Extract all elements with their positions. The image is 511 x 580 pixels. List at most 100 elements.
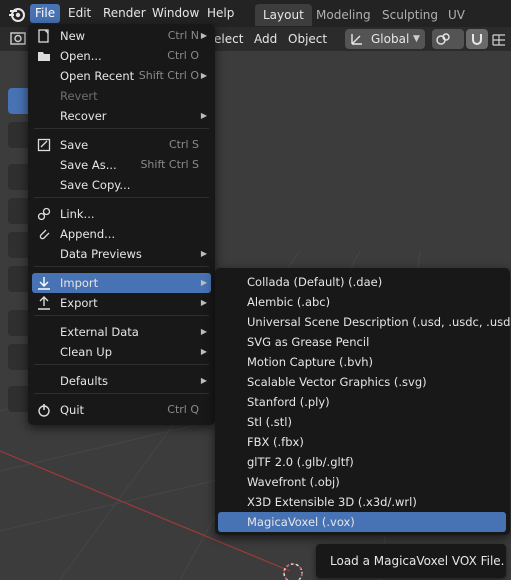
file-menu-item-clean-up[interactable]: Clean Up ▶ xyxy=(32,342,211,362)
menu-item-label: Export xyxy=(60,296,98,310)
menu-add[interactable]: Add xyxy=(254,31,277,47)
magnet-icon xyxy=(472,34,482,45)
menu-separator xyxy=(34,393,209,394)
menu-separator xyxy=(34,197,209,198)
file-menu-item-defaults[interactable]: Defaults ▶ xyxy=(32,371,211,391)
import-item-svg-as-grease-pencil[interactable]: SVG as Grease Pencil xyxy=(218,332,506,352)
import-item-gltf-2-0-glb-gltf[interactable]: glTF 2.0 (.glb/.gltf) xyxy=(218,452,506,472)
menu-item-label: Clean Up xyxy=(60,345,113,359)
import-item-stl-stl[interactable]: Stl (.stl) xyxy=(218,412,506,432)
submenu-arrow-icon: ▶ xyxy=(200,347,207,356)
import-item-label: Motion Capture (.bvh) xyxy=(247,355,374,369)
menu-item-shortcut: Ctrl N xyxy=(167,29,199,42)
import-item-label: FBX (.fbx) xyxy=(247,435,304,449)
chevron-down-icon: ▼ xyxy=(413,34,420,44)
file-menu-item-recover[interactable]: Recover ▶ xyxy=(32,106,211,126)
menu-window[interactable]: Window xyxy=(147,4,204,23)
menu-object[interactable]: Object xyxy=(288,31,327,47)
menu-item-label: Defaults xyxy=(60,374,109,388)
menu-item-shortcut: Ctrl S xyxy=(168,138,199,151)
import-item-x3d-extensible-3d-x3d-wrl[interactable]: X3D Extensible 3D (.x3d/.wrl) xyxy=(218,492,506,512)
import-item-magicavoxel-vox[interactable]: MagicaVoxel (.vox) xyxy=(218,512,506,532)
menu-item-shortcut: Shift Ctrl O xyxy=(138,69,199,82)
import-item-stanford-ply[interactable]: Stanford (.ply) xyxy=(218,392,506,412)
file-menu-item-append[interactable]: Append... xyxy=(32,224,211,244)
import-item-label: Alembic (.abc) xyxy=(247,295,331,309)
file-menu-item-save-as[interactable]: Save As... Shift Ctrl S xyxy=(32,155,211,175)
menu-item-label: Data Previews xyxy=(60,247,142,261)
menu-item-label: Save Copy... xyxy=(60,178,131,192)
menu-item-label: Save xyxy=(60,138,89,152)
import-item-fbx-fbx[interactable]: FBX (.fbx) xyxy=(218,432,506,452)
menu-item-label: New xyxy=(60,29,86,43)
menu-item-label: Quit xyxy=(60,403,85,417)
submenu-arrow-icon: ▶ xyxy=(200,278,207,287)
import-item-scalable-vector-graphics-svg[interactable]: Scalable Vector Graphics (.svg) xyxy=(218,372,506,392)
tab-sculpting[interactable]: Sculpting xyxy=(374,4,446,26)
import-item-label: Stanford (.ply) xyxy=(247,395,330,409)
tab-modeling[interactable]: Modeling xyxy=(308,4,379,26)
menu-separator xyxy=(34,128,209,129)
file-menu-item-export[interactable]: Export ▶ xyxy=(32,293,211,313)
submenu-arrow-icon: ▶ xyxy=(200,111,207,120)
file-menu-item-link[interactable]: Link... xyxy=(32,204,211,224)
import-item-label: SVG as Grease Pencil xyxy=(247,335,370,349)
file-menu-item-open[interactable]: Open... Ctrl O xyxy=(32,46,211,66)
import-item-label: Collada (Default) (.dae) xyxy=(247,275,383,289)
import-item-alembic-abc[interactable]: Alembic (.abc) xyxy=(218,292,506,312)
import-item-label: glTF 2.0 (.glb/.gltf) xyxy=(247,455,354,469)
tooltip: Load a MagicaVoxel VOX File. xyxy=(316,544,506,578)
file-menu-item-quit[interactable]: Quit Ctrl Q xyxy=(32,400,211,420)
snap-toggle[interactable] xyxy=(466,29,488,49)
import-item-wavefront-obj[interactable]: Wavefront (.obj) xyxy=(218,472,506,492)
menu-file[interactable]: File xyxy=(30,4,61,23)
menu-separator xyxy=(34,315,209,316)
file-menu-item-open-recent[interactable]: Open Recent Shift Ctrl O ▶ xyxy=(32,66,211,86)
menu-select[interactable]: elect xyxy=(214,31,243,47)
axis-orientation-icon xyxy=(351,34,362,45)
file-menu-item-data-previews[interactable]: Data Previews ▶ xyxy=(32,244,211,264)
menu-item-label: Append... xyxy=(60,227,116,241)
save-icon xyxy=(37,138,51,152)
file-menu-item-save-copy[interactable]: Save Copy... xyxy=(32,175,211,195)
menu-item-shortcut: Ctrl O xyxy=(167,49,199,62)
tab-layout[interactable]: Layout xyxy=(255,4,312,26)
export-icon xyxy=(38,296,50,310)
menu-item-shortcut: Shift Ctrl S xyxy=(140,158,199,171)
submenu-arrow-icon: ▶ xyxy=(200,298,207,307)
import-icon xyxy=(38,277,50,290)
editor-type-icon[interactable] xyxy=(10,31,28,47)
import-item-label: Wavefront (.obj) xyxy=(247,475,340,489)
import-item-label: Scalable Vector Graphics (.svg) xyxy=(247,375,427,389)
import-item-collada-default-dae[interactable]: Collada (Default) (.dae) xyxy=(218,272,506,292)
import-item-label: Universal Scene Description (.usd, .usdc… xyxy=(247,315,511,329)
blender-logo-icon[interactable] xyxy=(8,5,26,23)
snap-grid-icon[interactable] xyxy=(491,33,507,47)
menu-item-label: Revert xyxy=(60,89,98,103)
folder-icon xyxy=(38,52,50,61)
tab-uv-editing[interactable]: UV Editing xyxy=(440,4,511,44)
menu-item-label: Link... xyxy=(60,207,95,221)
menu-edit[interactable]: Edit xyxy=(63,4,96,23)
import-submenu: Collada (Default) (.dae) Alembic (.abc) Un… xyxy=(215,268,511,535)
menu-separator xyxy=(34,364,209,365)
submenu-arrow-icon: ▶ xyxy=(200,31,207,40)
paperclip-icon xyxy=(39,229,50,240)
orientation-label: Global xyxy=(371,32,410,46)
orientation-dropdown[interactable]: Global ▼ xyxy=(345,29,425,49)
power-icon xyxy=(38,404,50,417)
import-item-universal-scene-description-usd-usdc-usda[interactable]: Universal Scene Description (.usd, .usdc… xyxy=(218,312,511,332)
file-menu-dropdown: New Ctrl N ▶ Open... Ctrl O Open Recent Shift … xyxy=(28,24,215,425)
menu-help[interactable]: Help xyxy=(202,4,239,23)
file-menu-item-new[interactable]: New Ctrl N ▶ xyxy=(32,26,211,46)
pivot-dropdown[interactable] xyxy=(432,29,464,49)
link-icon xyxy=(37,207,51,221)
pivot-icon xyxy=(436,33,450,45)
file-menu-item-save[interactable]: Save Ctrl S xyxy=(32,135,211,155)
file-menu-item-import[interactable]: Import ▶ xyxy=(32,273,211,293)
menu-render[interactable]: Render xyxy=(98,4,151,23)
import-item-motion-capture-bvh[interactable]: Motion Capture (.bvh) xyxy=(218,352,506,372)
file-menu-item-external-data[interactable]: External Data ▶ xyxy=(32,322,211,342)
menu-item-label: Open Recent xyxy=(60,69,135,83)
submenu-arrow-icon: ▶ xyxy=(200,327,207,336)
